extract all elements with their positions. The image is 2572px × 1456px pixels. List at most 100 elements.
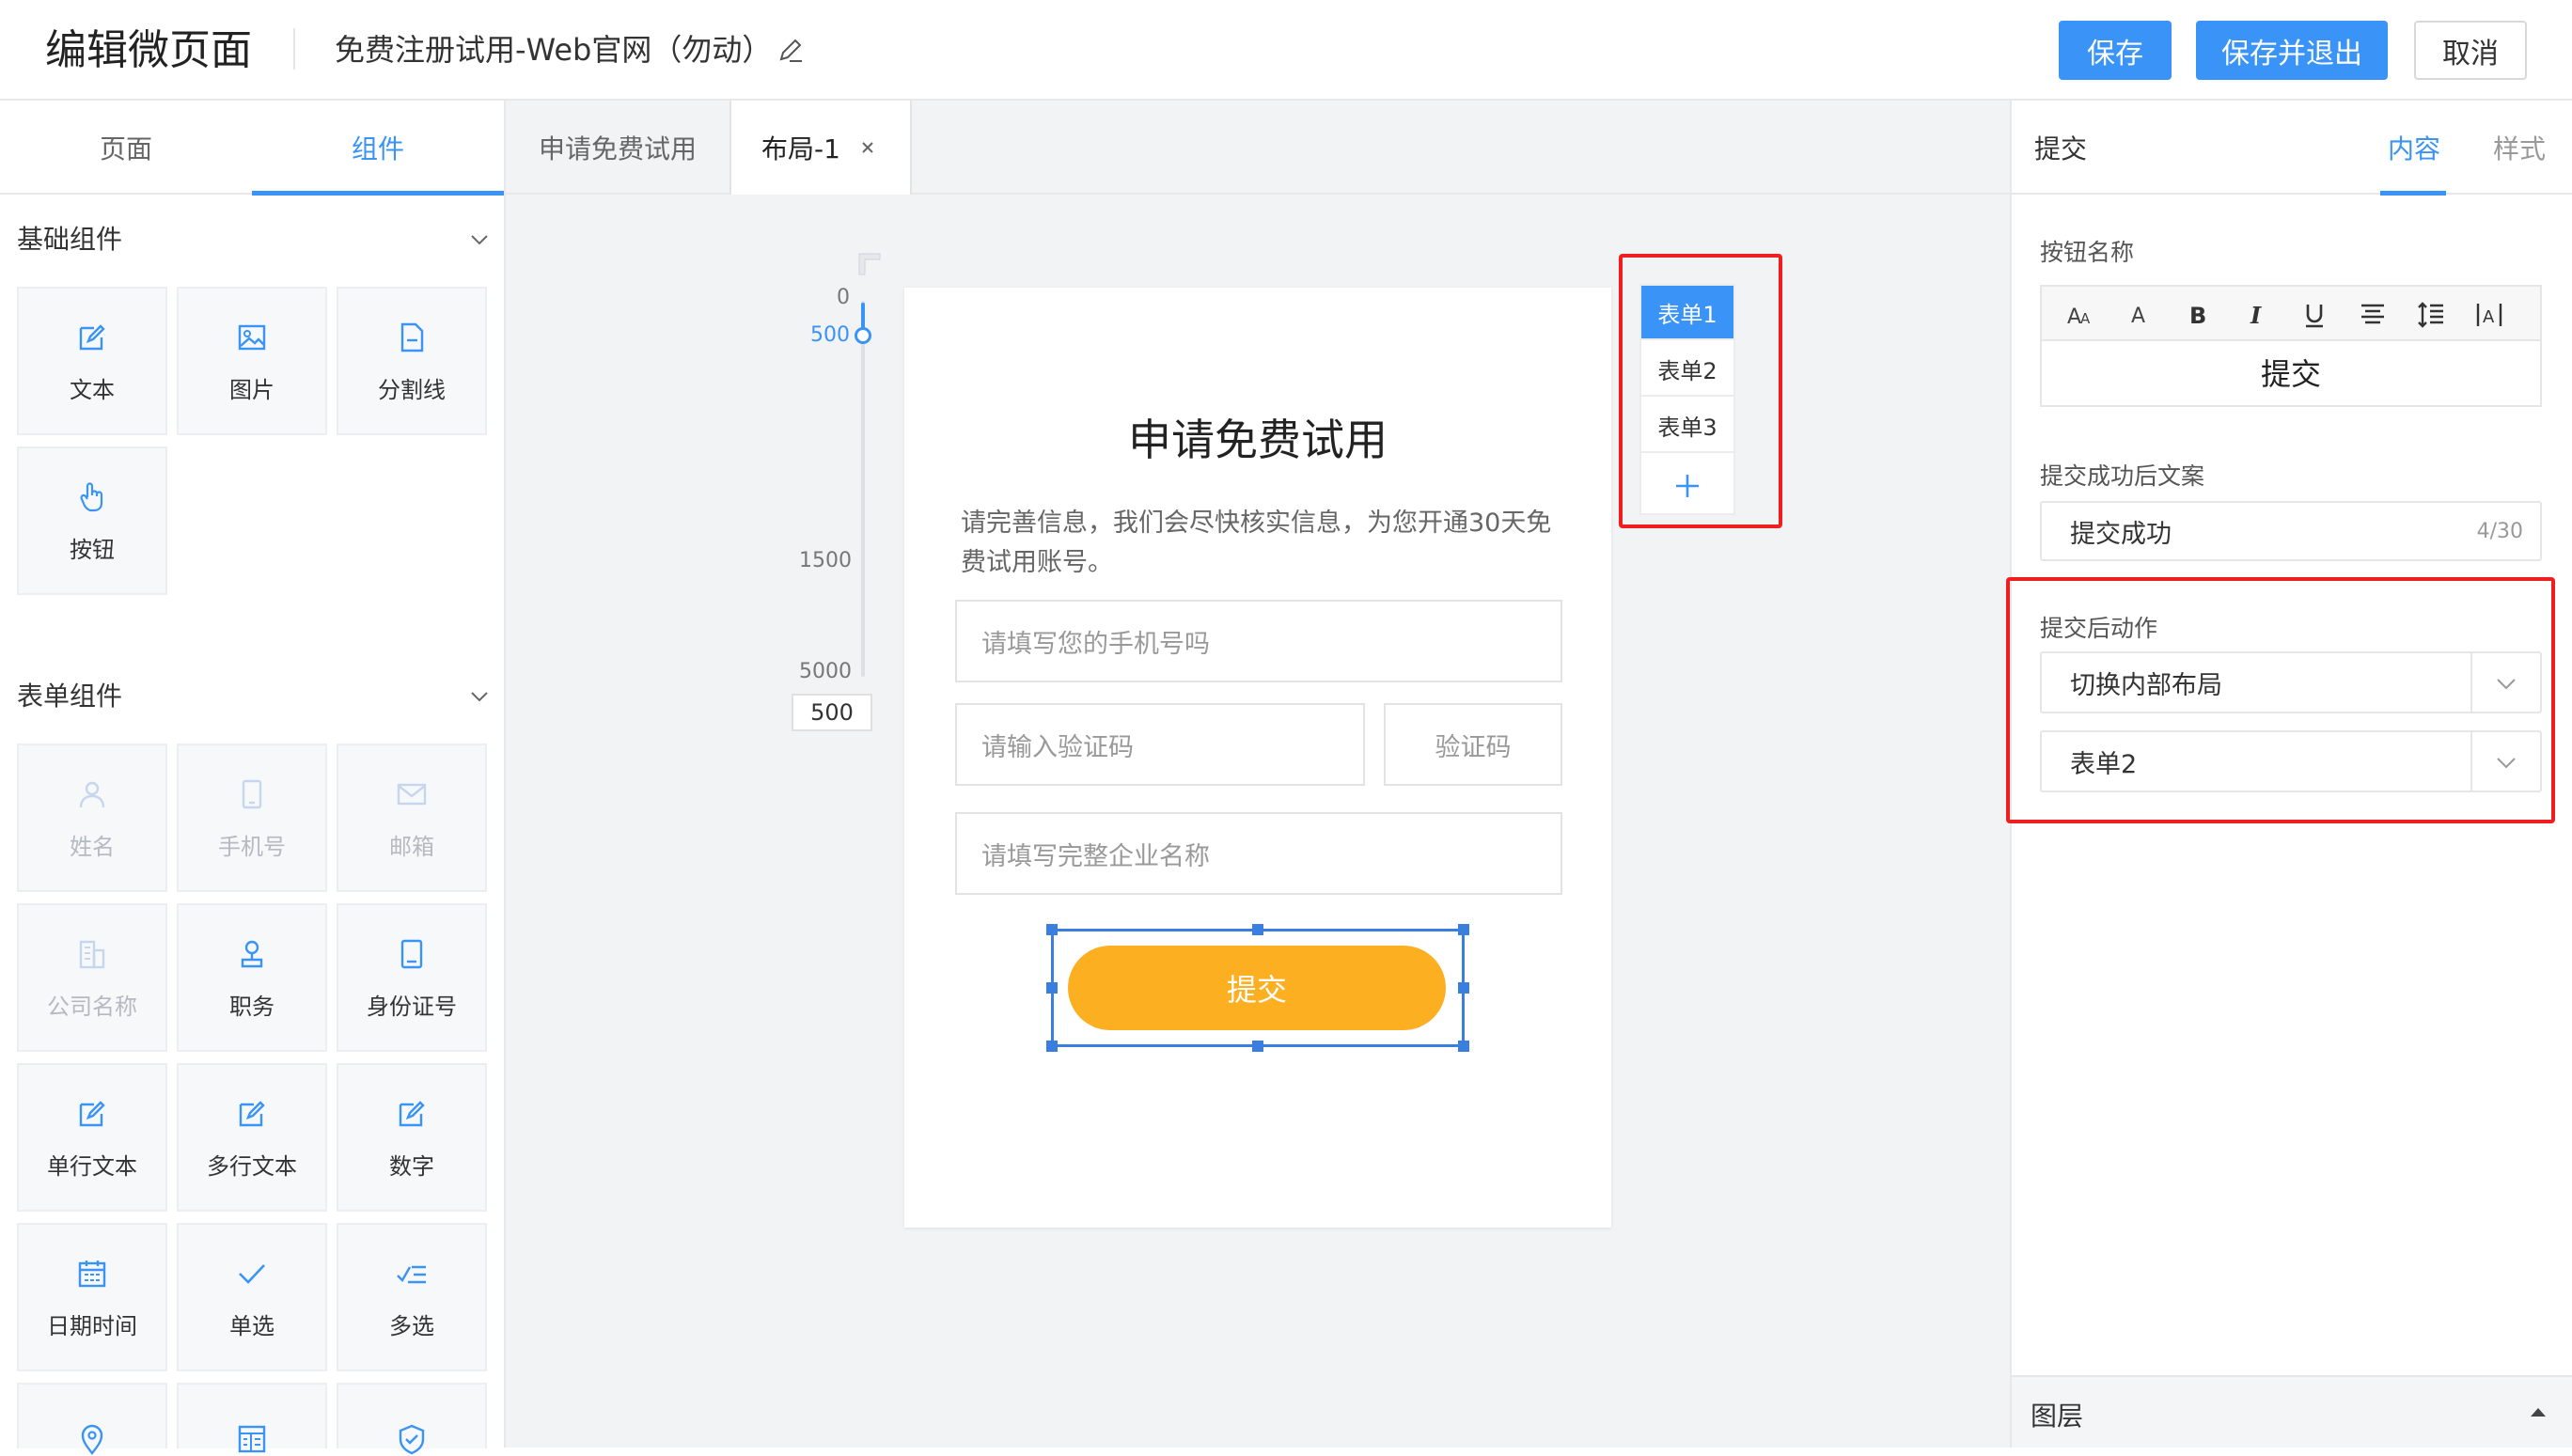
tile-label: 日期时间 [47, 1313, 137, 1339]
cancel-button[interactable]: 取消 [2414, 21, 2527, 80]
tile-label: 邮箱 [389, 834, 434, 860]
button-name-input[interactable]: 提交 [2040, 339, 2542, 407]
plus-icon [1672, 471, 1702, 501]
height-slider-handle[interactable] [855, 327, 871, 344]
char-count: 4/30 [2476, 519, 2523, 543]
component-email: 邮箱 [337, 744, 487, 892]
form-tab-3[interactable]: 表单3 [1641, 399, 1733, 453]
tile-label: 按钮 [70, 537, 115, 563]
success-text-label: 提交成功后文案 [2040, 462, 2205, 490]
resize-handle[interactable] [1458, 1041, 1469, 1052]
form-section-title: 表单组件 [17, 681, 123, 712]
tab-layout-1[interactable]: 布局-1 [731, 101, 912, 195]
micro-page: 申请免费试用 请完善信息，我们会尽快核实信息，为您开通30天免费试用账号。 请填… [904, 288, 1611, 1228]
resize-handle[interactable] [1458, 982, 1469, 994]
resize-handle[interactable] [1046, 982, 1058, 994]
component-form-block[interactable] [177, 1383, 327, 1453]
line-height-icon[interactable] [2416, 300, 2446, 330]
component-multi-line[interactable]: 多行文本 [177, 1063, 327, 1212]
highlight-frame [2006, 577, 2555, 823]
component-id-card[interactable]: 身份证号 [337, 903, 487, 1052]
mail-icon [395, 777, 429, 811]
tab-components[interactable]: 组件 [252, 101, 504, 195]
page-name: 免费注册试用-Web官网（勿动） [335, 32, 773, 68]
save-button[interactable]: 保存 [2059, 21, 2172, 80]
tab-page[interactable]: 页面 [0, 101, 252, 195]
resize-handle[interactable] [1458, 924, 1469, 935]
edit-icon [75, 1097, 109, 1131]
ruler-label-top: 0 [837, 286, 850, 309]
component-text[interactable]: 文本 [17, 287, 167, 435]
bold-icon[interactable]: B [2183, 300, 2213, 330]
corner-icon [855, 250, 884, 278]
resize-handle[interactable] [1252, 1041, 1263, 1052]
component-position[interactable]: 职务 [177, 903, 327, 1052]
success-text-input[interactable]: 提交成功 4/30 [2040, 501, 2542, 561]
font-size-icon[interactable]: AA [2066, 300, 2096, 330]
component-location[interactable] [17, 1383, 167, 1455]
align-center-icon[interactable] [2358, 300, 2388, 330]
pointer-hand-icon [75, 480, 109, 514]
form-tab-1[interactable]: 表单1 [1641, 286, 1733, 340]
layers-bar[interactable]: 图层 [2012, 1375, 2572, 1448]
component-divider[interactable]: 分割线 [337, 287, 487, 435]
component-button[interactable]: 按钮 [17, 446, 167, 595]
phone-input[interactable]: 请填写您的手机号吗 [955, 600, 1562, 682]
tile-label: 单选 [229, 1313, 274, 1339]
component-verify[interactable] [337, 1383, 487, 1455]
checklist-icon [395, 1257, 429, 1291]
mobile-icon [235, 777, 269, 811]
underline-icon[interactable] [2299, 300, 2329, 330]
italic-icon[interactable]: I [2241, 300, 2271, 330]
tab-content[interactable]: 内容 [2388, 129, 2440, 166]
form-tab-2[interactable]: 表单2 [1641, 342, 1733, 397]
company-input[interactable]: 请填写完整企业名称 [955, 812, 1562, 895]
tile-label: 文本 [70, 377, 115, 403]
form-description: 请完善信息，我们会尽快核实信息，为您开通30天免费试用账号。 [961, 509, 1552, 577]
tab-apply-trial[interactable]: 申请免费试用 [506, 101, 731, 195]
component-image[interactable]: 图片 [177, 287, 327, 435]
ruler-label-max: 5000 [799, 660, 852, 683]
component-phone: 手机号 [177, 744, 327, 892]
chevron-down-icon[interactable] [468, 685, 491, 708]
tile-label: 数字 [389, 1153, 434, 1180]
get-code-button[interactable]: 验证码 [1384, 703, 1562, 786]
layout-icon [235, 1422, 269, 1456]
position-icon [235, 937, 269, 971]
properties-title: 提交 [2034, 133, 2088, 164]
height-slider-track[interactable] [861, 301, 865, 677]
resize-handle[interactable] [1046, 924, 1058, 935]
component-checkbox[interactable]: 多选 [337, 1223, 487, 1371]
font-color-icon[interactable]: A [2125, 300, 2155, 330]
pencil-icon[interactable] [776, 36, 805, 64]
success-text-value: 提交成功 [2070, 519, 2172, 549]
component-single-line[interactable]: 单行文本 [17, 1063, 167, 1212]
component-datetime[interactable]: 日期时间 [17, 1223, 167, 1371]
svg-text:A: A [2483, 307, 2495, 327]
image-icon [235, 321, 269, 354]
submit-button[interactable]: 提交 [1068, 946, 1446, 1030]
header-divider [293, 28, 295, 70]
letter-spacing-icon[interactable]: A [2474, 300, 2504, 330]
save-exit-button[interactable]: 保存并退出 [2196, 21, 2388, 80]
close-icon[interactable] [855, 135, 880, 160]
tile-label: 职务 [229, 994, 274, 1020]
component-radio[interactable]: 单选 [177, 1223, 327, 1371]
component-number[interactable]: 数字 [337, 1063, 487, 1212]
tab-style[interactable]: 样式 [2493, 129, 2546, 166]
tile-label: 姓名 [70, 834, 115, 860]
verification-code-input[interactable]: 请输入验证码 [955, 703, 1365, 786]
chevron-down-icon[interactable] [468, 228, 491, 251]
svg-text:I: I [2250, 302, 2262, 329]
add-form-button[interactable] [1641, 459, 1733, 513]
caret-up-icon[interactable] [2529, 1405, 2548, 1418]
svg-text:B: B [2189, 303, 2206, 329]
height-input[interactable]: 500 [792, 694, 872, 731]
component-panel: 页面 组件 基础组件 文本 图片 分割线 按钮 表单组件 姓名 手机号 邮箱 公… [0, 101, 506, 1455]
resize-handle[interactable] [1046, 1041, 1058, 1052]
component-name: 姓名 [17, 744, 167, 892]
edit-icon [75, 321, 109, 354]
svg-text:A: A [2067, 305, 2081, 329]
resize-handle[interactable] [1252, 924, 1263, 935]
left-tabs: 页面 组件 [0, 101, 504, 196]
